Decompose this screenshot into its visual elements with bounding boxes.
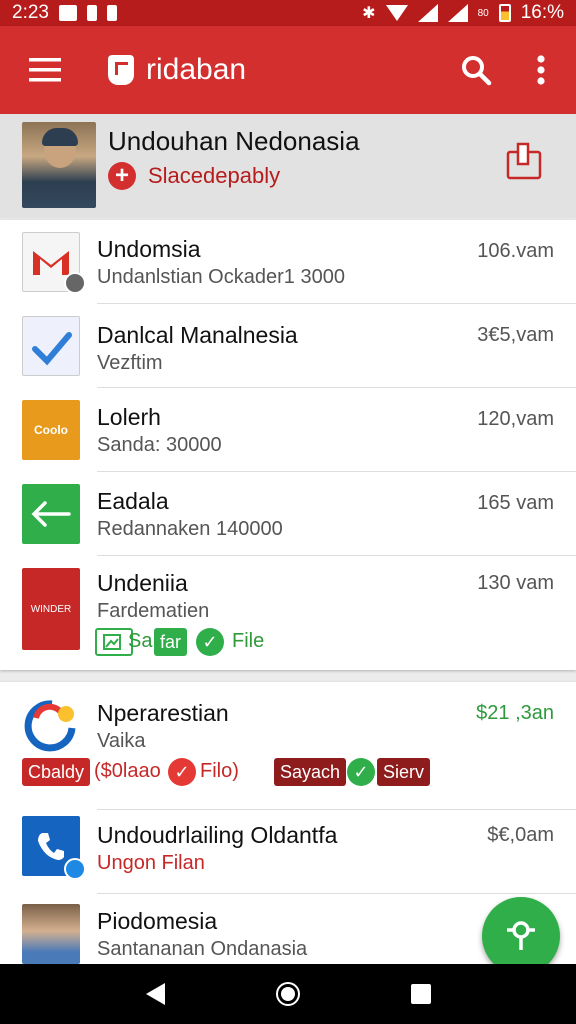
contact-photo [22,904,80,964]
notification-icon-2 [106,5,117,21]
list-item[interactable]: Nperarestian Vaika $21 ,3an Cbaldy ($0la… [0,682,576,810]
list-item[interactable]: Coolo Lolerh Sanda: 30000 120,vam [0,388,576,472]
menu-icon [29,58,61,82]
checkmark-icon [22,316,80,376]
bluetooth-icon: ✱ [362,5,376,22]
item-title: Eadala [97,488,169,514]
app-logo-icon: Coolo [22,400,80,460]
export-button[interactable] [504,142,544,182]
back-nav-icon[interactable] [145,983,165,1005]
list-item[interactable]: Undomsia Undanlstian Ockader1 3000 106.v… [0,220,576,304]
item-title: Undomsia [97,236,201,262]
notification-icon [86,5,97,21]
status-badge-icon [64,272,86,294]
tag-sayach[interactable]: Sayach [274,758,347,786]
list-item[interactable]: WINDER Undeniia Fardematien 130 vam Sa f… [0,556,576,670]
tag-text: Sa [128,630,153,652]
tag-amount: ($0laao [94,760,161,782]
system-nav-bar [0,964,576,1024]
tag-far[interactable]: far [154,628,188,656]
menu-button[interactable] [0,26,90,114]
file-label: Filo) [200,760,239,782]
check-icon: ✓ [347,758,375,786]
message-list-card: Undomsia Undanlstian Ockader1 3000 106.v… [0,220,576,670]
tag-cbaldy[interactable]: Cbaldy [22,758,91,786]
tag-sierv[interactable]: Sierv [377,758,431,786]
battery-icon [498,4,511,22]
back-arrow-icon [22,484,80,544]
item-title: Danlcal Manalnesia [97,322,298,348]
app-bar: ridaban [0,26,576,114]
item-title: Lolerh [97,404,161,430]
list-item[interactable]: Eadala Redannaken 140000 165 vam [0,472,576,556]
app-title: ridaban [146,53,247,86]
add-icon: + [108,162,136,190]
export-icon [506,142,542,180]
wifi-icon [385,5,408,21]
item-subtitle: Undanlstian Ockader1 3000 [97,266,345,288]
item-subtitle: Vaika [97,730,146,752]
battery-level: 16:% [520,2,564,23]
more-options-button[interactable] [506,26,576,114]
home-nav-icon[interactable] [275,982,300,1006]
list-item[interactable]: Undoudrlailing Oldantfa Ungon Filan $€,0… [0,810,576,894]
item-title: Undoudrlailing Oldantfa [97,822,338,848]
item-subtitle: Santananan Ondanasia [97,938,308,960]
account-name: Undouhan Nedonasia [108,126,360,156]
item-amount: $€,0am [487,824,554,846]
item-subtitle: Vezftim [97,352,163,374]
item-title: Piodomesia [97,908,218,934]
item-time: 165 vam [477,492,554,514]
status-time: 2:23 [12,2,49,23]
item-subtitle: Ungon Filan [97,852,205,874]
key-icon [507,921,535,950]
item-time: 130 vam [477,572,554,594]
avatar [22,122,96,208]
contact-card-icon [58,5,77,21]
book-cover-icon: WINDER [22,568,80,650]
recents-nav-icon[interactable] [410,984,431,1004]
check-icon: ✓ [196,628,224,656]
signal-icon-2 [447,4,468,22]
search-icon [462,56,492,86]
item-subtitle: Sanda: 30000 [97,434,222,456]
item-title: Undeniia [97,570,188,596]
app-logo-icon [108,55,134,85]
status-bar: 2:23 ✱ 80 16:% [0,0,576,26]
item-subtitle: Redannaken 140000 [97,518,283,540]
list-item[interactable]: Danlcal Manalnesia Vezftim 3€5,vam [0,304,576,388]
item-amount: $21 ,3an [476,702,554,724]
swirl-logo-icon [22,698,80,754]
account-subtitle: Slacedepably [148,163,281,188]
item-time: 106.vam [477,240,554,262]
item-subtitle: Fardematien [97,600,210,622]
more-vert-icon [537,55,545,85]
item-title: Nperarestian [97,700,229,726]
item-time: 120,vam [477,408,554,430]
account-subtitle-row[interactable]: + Slacedepably [108,162,280,190]
image-icon [103,634,121,650]
check-icon: ✓ [168,758,196,786]
account-panel[interactable]: Undouhan Nedonasia + Slacedepably [0,114,576,218]
sim-label: 80 [477,7,489,19]
signal-icon [417,4,438,22]
item-time: 3€5,vam [477,324,554,346]
status-badge-icon [64,858,86,880]
file-label: File [232,630,265,652]
search-button[interactable] [446,26,506,114]
